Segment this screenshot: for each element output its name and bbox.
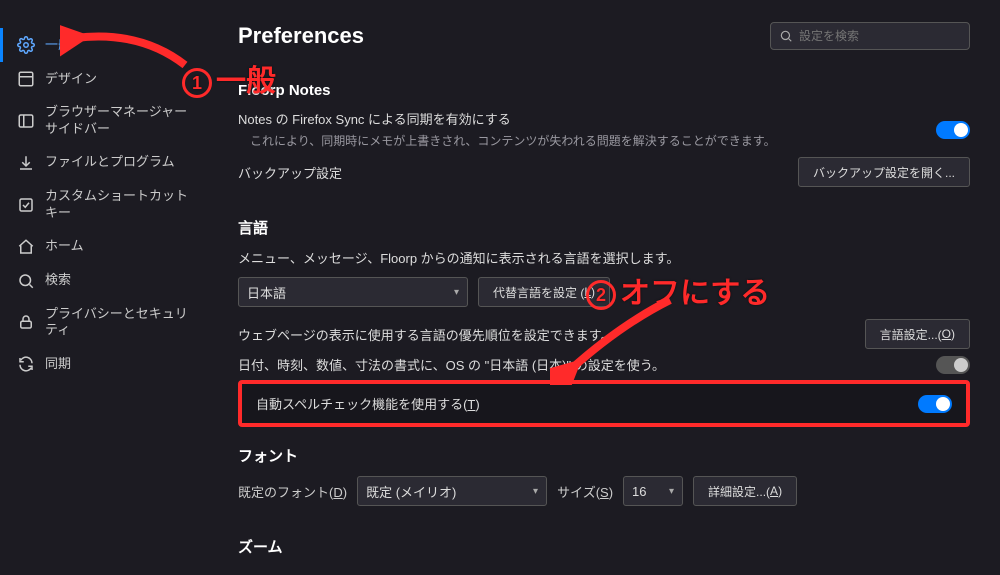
- section-title: ズーム: [238, 536, 970, 557]
- header: Preferences: [238, 22, 970, 50]
- sidebar-item-home[interactable]: ホーム: [0, 230, 208, 264]
- sidebar-item-privacy-security[interactable]: プライバシーとセキュリティ: [0, 298, 208, 348]
- sidebar-item-label: ホーム: [45, 238, 84, 255]
- section-zoom: ズーム: [238, 536, 970, 557]
- section-title: Floorp Notes: [238, 82, 970, 99]
- chevron-down-icon: ▾: [454, 287, 459, 298]
- backup-label: バックアップ設定: [238, 163, 786, 182]
- chevron-down-icon: ▾: [533, 486, 538, 497]
- backup-row: バックアップ設定 バックアップ設定を開く...: [238, 157, 970, 187]
- webpage-lang-desc: ウェブページの表示に使用する言語の優先順位を設定できます。: [238, 325, 853, 344]
- webpage-lang-row: ウェブページの表示に使用する言語の優先順位を設定できます。 言語設定...(O): [238, 319, 970, 349]
- sidebar-item-label: プライバシーとセキュリティ: [45, 306, 198, 340]
- language-select-value: 日本語: [247, 283, 286, 302]
- gear-icon: [17, 36, 35, 54]
- search-icon: [779, 29, 793, 43]
- os-format-label: 日付、時刻、数値、寸法の書式に、OS の "日本語 (日本)" の設定を使う。: [238, 355, 924, 374]
- spellcheck-label: 自動スペルチェック機能を使用する(T): [256, 394, 480, 413]
- sidebar-item-custom-shortcut[interactable]: カスタムショートカットキー: [0, 180, 208, 230]
- os-format-toggle[interactable]: [936, 356, 970, 374]
- search-box[interactable]: [770, 22, 970, 50]
- language-select[interactable]: 日本語 ▾: [238, 277, 468, 307]
- sidebar-item-label: カスタムショートカットキー: [45, 188, 198, 222]
- font-size-value: 16: [632, 484, 646, 499]
- section-title: 言語: [238, 217, 970, 238]
- section-floorp-notes: Floorp Notes Notes の Firefox Sync による同期を…: [238, 82, 970, 187]
- panel-icon: [17, 112, 35, 130]
- search-icon: [17, 272, 35, 290]
- sidebar-item-files-programs[interactable]: ファイルとプログラム: [0, 146, 208, 180]
- search-input[interactable]: [799, 29, 961, 43]
- sidebar-item-sync[interactable]: 同期: [0, 347, 208, 381]
- sidebar-item-label: 検索: [45, 272, 71, 289]
- lock-icon: [17, 313, 35, 331]
- font-row: 既定のフォント(D) 既定 (メイリオ) ▾ サイズ(S) 16 ▾ 詳細設定.…: [238, 476, 970, 506]
- section-font: フォント 既定のフォント(D) 既定 (メイリオ) ▾ サイズ(S) 16 ▾ …: [238, 445, 970, 506]
- design-icon: [17, 70, 35, 88]
- home-icon: [17, 238, 35, 256]
- sidebar-item-label: ブラウザーマネージャーサイドバー: [45, 104, 198, 138]
- spellcheck-row: 自動スペルチェック機能を使用する(T): [238, 380, 970, 427]
- sidebar-item-label: 一般: [45, 37, 71, 54]
- os-format-row: 日付、時刻、数値、寸法の書式に、OS の "日本語 (日本)" の設定を使う。: [238, 355, 970, 374]
- language-select-row: 日本語 ▾ 代替言語を設定 (L): [238, 277, 970, 307]
- open-backup-button[interactable]: バックアップ設定を開く...: [798, 157, 970, 187]
- page-title: Preferences: [238, 23, 364, 49]
- sidebar-item-browser-manager-sidebar[interactable]: ブラウザーマネージャーサイドバー: [0, 96, 208, 146]
- download-icon: [17, 154, 35, 172]
- sidebar-item-search[interactable]: 検索: [0, 264, 208, 298]
- sidebar-item-design[interactable]: デザイン: [0, 62, 208, 96]
- sidebar: 一般 デザイン ブラウザーマネージャーサイドバー ファイルとプログラム カスタム…: [0, 0, 208, 575]
- main-panel: Preferences Floorp Notes Notes の Firefox…: [208, 0, 1000, 575]
- notes-sync-label: Notes の Firefox Sync による同期を有効にする: [238, 109, 924, 128]
- sync-icon: [17, 355, 35, 373]
- default-font-value: 既定 (メイリオ): [366, 482, 456, 501]
- section-language: 言語 メニュー、メッセージ、Floorp からの通知に表示される言語を選択します…: [238, 217, 970, 427]
- sidebar-item-label: 同期: [45, 356, 71, 373]
- sidebar-item-general[interactable]: 一般: [0, 28, 208, 62]
- notes-sync-toggle[interactable]: [936, 121, 970, 139]
- checkbox-icon: [17, 196, 35, 214]
- notes-sync-row: Notes の Firefox Sync による同期を有効にする これにより、同…: [238, 109, 970, 151]
- chevron-down-icon: ▾: [669, 486, 674, 497]
- default-font-label: 既定のフォント(D): [238, 482, 347, 501]
- font-advanced-button[interactable]: 詳細設定...(A): [693, 476, 797, 506]
- default-font-select[interactable]: 既定 (メイリオ) ▾: [357, 476, 547, 506]
- section-title: フォント: [238, 445, 970, 466]
- font-size-label: サイズ(S): [557, 482, 613, 501]
- font-size-select[interactable]: 16 ▾: [623, 476, 683, 506]
- sidebar-item-label: デザイン: [45, 71, 97, 88]
- language-desc: メニュー、メッセージ、Floorp からの通知に表示される言語を選択します。: [238, 248, 970, 267]
- notes-sync-desc: これにより、同期時にメモが上書きされ、コンテンツが失われる問題を解決することがで…: [250, 132, 924, 149]
- spellcheck-toggle[interactable]: [918, 395, 952, 413]
- alt-language-button[interactable]: 代替言語を設定 (L): [478, 277, 610, 307]
- language-settings-button[interactable]: 言語設定...(O): [865, 319, 970, 349]
- sidebar-item-label: ファイルとプログラム: [45, 154, 175, 171]
